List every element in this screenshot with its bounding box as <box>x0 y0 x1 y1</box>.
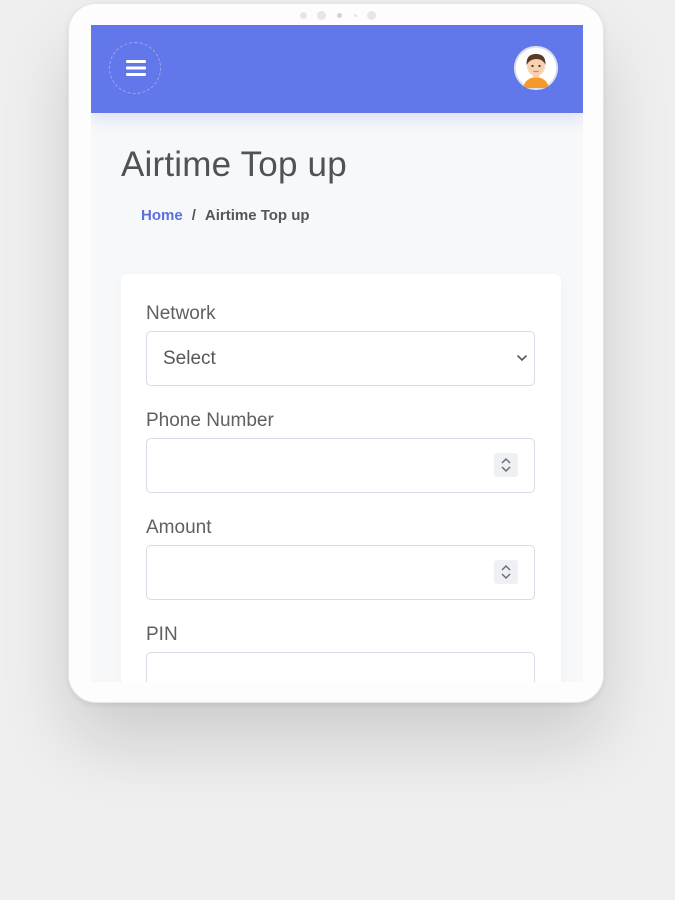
amount-spinner[interactable] <box>494 560 518 584</box>
pin-label: PIN <box>146 624 178 645</box>
network-select-value: Select <box>163 348 216 369</box>
phone-number-spinner[interactable] <box>494 453 518 477</box>
chevron-down-icon <box>517 355 527 362</box>
camera-bar <box>69 10 603 20</box>
breadcrumb-separator: / <box>191 207 196 224</box>
topup-form-card: Network Select Phone Number Amount PIN <box>121 274 561 682</box>
breadcrumb: Home / Airtime Top up <box>141 207 310 224</box>
phone-number-label: Phone Number <box>146 410 274 431</box>
app-screen: Airtime Top up Home / Airtime Top up Netwo… <box>91 25 583 682</box>
top-navbar <box>91 25 583 113</box>
amount-input[interactable] <box>146 545 535 600</box>
up-down-arrows-icon <box>501 564 511 580</box>
menu-button[interactable] <box>109 42 161 94</box>
user-avatar[interactable] <box>514 46 558 90</box>
pin-input[interactable] <box>146 652 535 682</box>
network-select[interactable]: Select <box>146 331 535 386</box>
amount-label: Amount <box>146 517 212 538</box>
breadcrumb-current: Airtime Top up <box>204 207 310 224</box>
user-avatar-icon <box>514 46 558 90</box>
hamburger-menu-icon <box>126 60 146 76</box>
page-title: Airtime Top up <box>121 145 347 184</box>
network-label: Network <box>146 303 216 324</box>
up-down-arrows-icon <box>501 457 511 473</box>
breadcrumb-home-link[interactable]: Home <box>141 207 183 224</box>
phone-number-input[interactable] <box>146 438 535 493</box>
